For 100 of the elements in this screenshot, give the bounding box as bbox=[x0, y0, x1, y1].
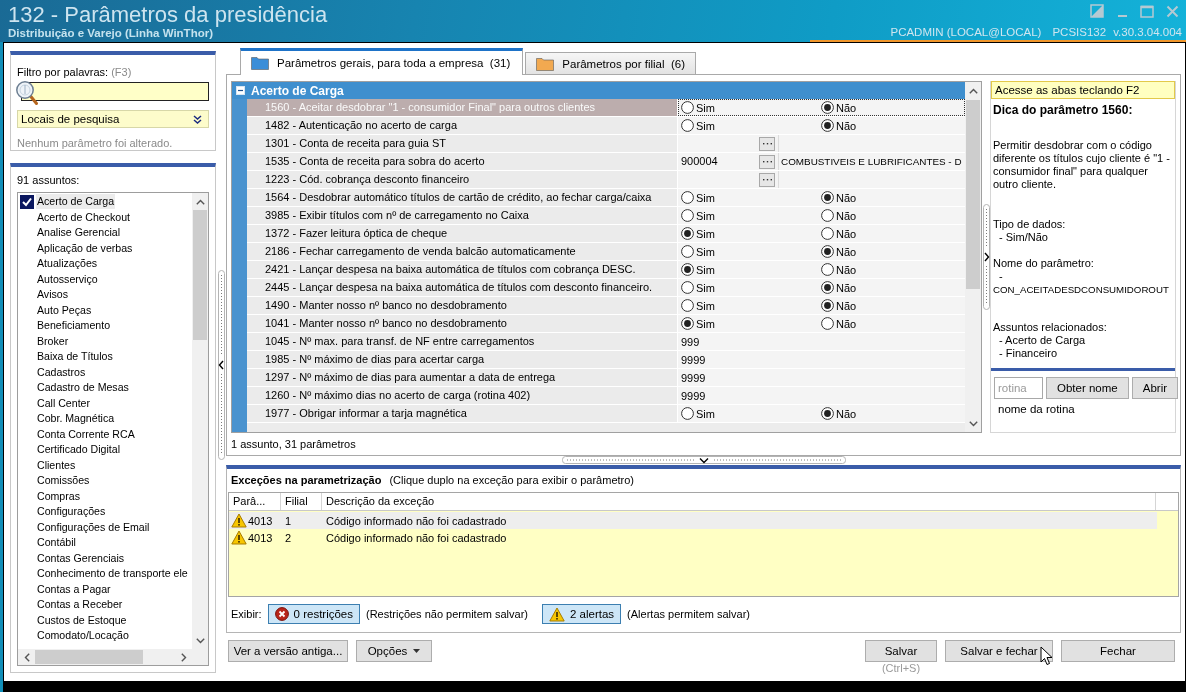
chevron-up-icon[interactable] bbox=[195, 198, 205, 205]
chevron-right-icon[interactable] bbox=[180, 652, 187, 662]
scrollbar[interactable] bbox=[965, 82, 981, 432]
radio-option[interactable]: Sim bbox=[678, 226, 715, 241]
lookup-button[interactable] bbox=[759, 136, 775, 151]
radio-option[interactable]: Não bbox=[818, 226, 857, 241]
subject-item[interactable]: Call Center bbox=[36, 395, 91, 411]
subject-item[interactable]: Contas a Receber bbox=[36, 597, 124, 613]
scrollbar[interactable] bbox=[192, 193, 208, 649]
summary-text: 1 assunto, 31 parâmetros bbox=[231, 437, 357, 451]
subject-item[interactable]: Analise Gerencial bbox=[36, 225, 122, 241]
footer-button[interactable]: Salvar bbox=[865, 640, 937, 662]
chevron-up-icon[interactable] bbox=[968, 87, 978, 94]
filter-toggle[interactable]: 2 alertas bbox=[542, 604, 622, 624]
footer-button[interactable]: Salvar e fechar bbox=[945, 640, 1053, 662]
radio-option[interactable]: Sim bbox=[678, 316, 715, 331]
column-header[interactable]: Parâ... bbox=[229, 493, 281, 510]
radio-option[interactable]: Sim bbox=[678, 280, 715, 295]
subject-item[interactable]: Broker bbox=[36, 333, 70, 349]
tab[interactable]: Parâmetros por filial (6) bbox=[525, 52, 697, 74]
subject-item[interactable]: Certificado Digital bbox=[36, 442, 122, 458]
scrollbar-thumb[interactable] bbox=[35, 650, 143, 664]
radio-option[interactable]: Sim bbox=[678, 406, 715, 421]
subject-item[interactable]: Auto Peças bbox=[36, 302, 93, 318]
scrollbar-thumb[interactable] bbox=[966, 100, 980, 289]
radio-option[interactable]: Sim bbox=[678, 208, 715, 223]
maximize-icon bbox=[1140, 4, 1154, 18]
subject-item[interactable]: Configurações de Email bbox=[36, 519, 151, 535]
minus-box-icon[interactable] bbox=[236, 86, 245, 95]
splitter-handle[interactable] bbox=[561, 456, 846, 465]
subject-item[interactable]: Conta Corrente RCA bbox=[36, 426, 136, 442]
subject-item[interactable]: Aplicação de verbas bbox=[36, 240, 134, 256]
radio-option[interactable]: Sim bbox=[678, 298, 715, 313]
column-header[interactable]: Descrição da exceção bbox=[322, 493, 1156, 510]
radio-option[interactable]: Não bbox=[818, 100, 857, 115]
subject-item[interactable]: Cadastros bbox=[36, 364, 87, 380]
column-header[interactable]: Filial bbox=[281, 493, 322, 510]
exception-row[interactable]: 4013 1 Código informado não foi cadastrado bbox=[229, 512, 1157, 529]
chevron-down-icon[interactable] bbox=[968, 420, 978, 427]
routine-button[interactable]: Abrir bbox=[1131, 377, 1178, 399]
chevron-down-icon[interactable] bbox=[195, 637, 205, 644]
warning-icon bbox=[231, 513, 247, 528]
splitter-handle[interactable] bbox=[982, 204, 990, 310]
splitter-handle[interactable] bbox=[217, 269, 225, 460]
subject-item[interactable]: Avisos bbox=[36, 287, 69, 303]
program-code: PCSIS132 bbox=[1052, 25, 1107, 39]
exception-row[interactable]: 4013 2 Código informado não foi cadastrado bbox=[229, 529, 1157, 546]
radio-option[interactable]: Sim bbox=[678, 190, 715, 205]
checkbox[interactable] bbox=[20, 194, 34, 209]
subject-item[interactable]: Clientes bbox=[36, 457, 77, 473]
subject-item[interactable]: Comissões bbox=[36, 473, 91, 489]
radio-option[interactable]: Não bbox=[818, 298, 857, 313]
routine-field[interactable]: rotina bbox=[994, 377, 1043, 399]
parameter-value[interactable]: 999 bbox=[678, 335, 700, 348]
routine-button[interactable]: Obter nome bbox=[1046, 377, 1129, 399]
chevron-left-icon[interactable] bbox=[23, 652, 30, 662]
radio-option[interactable]: Não bbox=[818, 280, 857, 295]
filter-toggle[interactable]: 0 restrições bbox=[267, 604, 360, 624]
radio-option[interactable]: Não bbox=[818, 190, 857, 205]
subject-item[interactable]: Comodato/Locação bbox=[36, 628, 130, 644]
scrollbar-thumb[interactable] bbox=[193, 210, 207, 340]
radio-option[interactable]: Não bbox=[818, 316, 857, 331]
subject-item[interactable]: Contas Gerenciais bbox=[36, 550, 126, 566]
subject-item[interactable]: Beneficiamento bbox=[36, 318, 112, 334]
radio-option[interactable]: Não bbox=[818, 406, 857, 421]
footer-button[interactable]: Fechar bbox=[1061, 640, 1175, 662]
table-cell-text: Código informado não foi cadastrado bbox=[325, 514, 508, 527]
radio-option[interactable]: Não bbox=[818, 118, 857, 133]
subject-item[interactable]: Conhecimento de transporte ele bbox=[36, 566, 189, 582]
search-field[interactable] bbox=[21, 82, 209, 101]
subject-item[interactable]: Compras bbox=[36, 488, 81, 504]
radio-option[interactable]: Sim bbox=[678, 100, 715, 115]
subject-item[interactable]: Cadastro de Mesas bbox=[36, 380, 130, 396]
parameter-value[interactable]: 9999 bbox=[678, 371, 706, 384]
parameter-value[interactable]: 9999 bbox=[678, 353, 706, 366]
parameter-value[interactable]: 9999 bbox=[678, 389, 706, 402]
subject-item[interactable]: Contábil bbox=[36, 535, 77, 551]
footer-button[interactable]: Ver a versão antiga... bbox=[228, 640, 348, 662]
subject-item[interactable]: Contas a Pagar bbox=[36, 581, 112, 597]
lookup-button[interactable] bbox=[759, 154, 775, 169]
code-field[interactable]: 900004 bbox=[678, 153, 759, 170]
data-type-value: - Sim/Não bbox=[998, 231, 1049, 244]
subject-item[interactable]: Atualizações bbox=[36, 256, 99, 272]
subject-item[interactable]: Acerto de Carga bbox=[36, 194, 116, 210]
radio-option[interactable]: Não bbox=[818, 244, 857, 259]
radio-option[interactable]: Sim bbox=[678, 262, 715, 277]
subject-item[interactable]: Configurações bbox=[36, 504, 107, 520]
tab[interactable]: Parâmetros gerais, para toda a empresa (31) bbox=[240, 48, 524, 75]
subject-item[interactable]: Autosserviço bbox=[36, 271, 99, 287]
subject-item[interactable]: Acerto de Checkout bbox=[36, 209, 132, 225]
radio-option[interactable]: Sim bbox=[678, 244, 715, 259]
radio-option[interactable]: Não bbox=[818, 208, 857, 223]
subject-item[interactable]: Baixa de Títulos bbox=[36, 349, 114, 365]
footer-button[interactable]: Opções bbox=[356, 640, 432, 662]
lookup-button[interactable] bbox=[759, 172, 775, 187]
search-scope-dropdown[interactable]: Locais de pesquisa bbox=[17, 110, 209, 128]
subject-item[interactable]: Custos de Estoque bbox=[36, 612, 128, 628]
radio-option[interactable]: Não bbox=[818, 262, 857, 277]
subject-item[interactable]: Cobr. Magnética bbox=[36, 411, 116, 427]
radio-option[interactable]: Sim bbox=[678, 118, 715, 133]
